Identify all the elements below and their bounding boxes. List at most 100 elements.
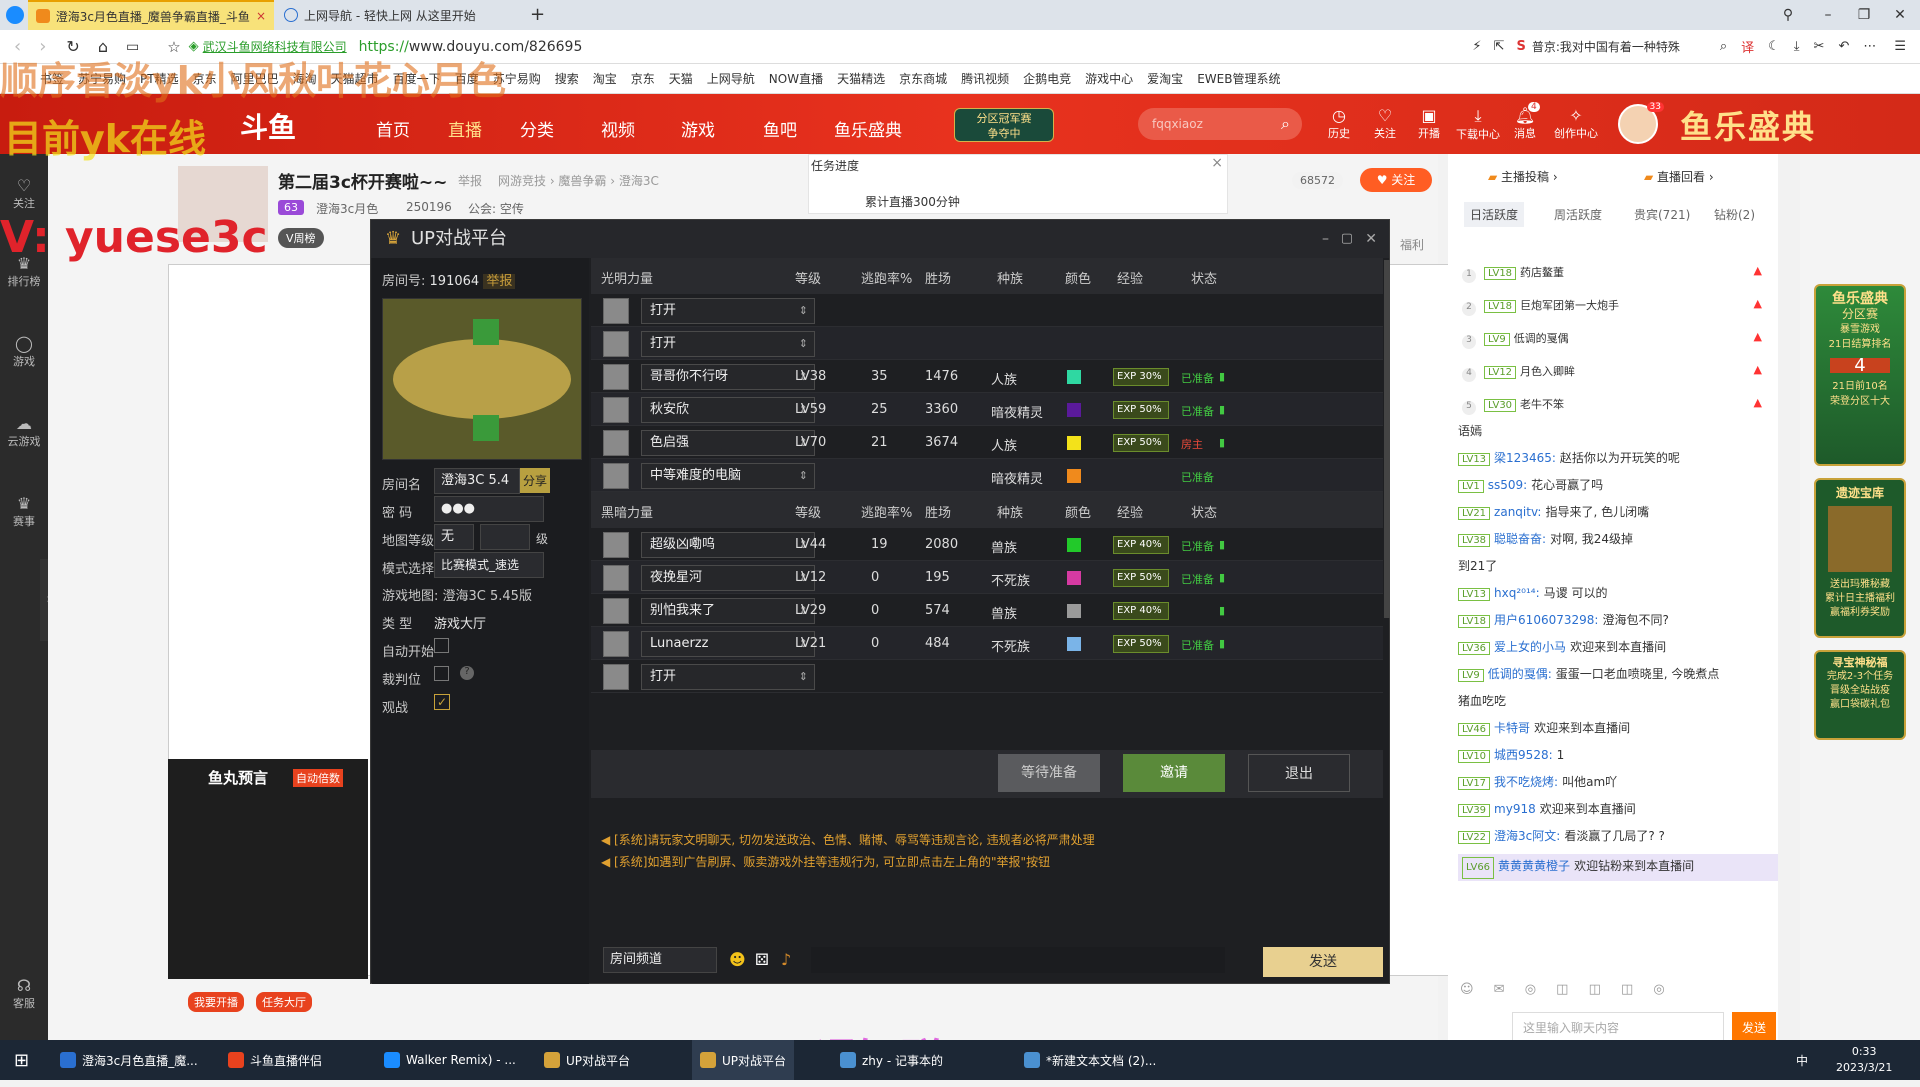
bookmark-item[interactable]: 淘宝	[593, 70, 617, 87]
bookmark-item[interactable]: EWEB管理系统	[1197, 70, 1280, 87]
clock[interactable]: 0:33 2023/3/21	[1836, 1044, 1892, 1076]
nav-category[interactable]: 分类	[520, 116, 554, 141]
bookmark-item[interactable]: 京东	[631, 70, 655, 87]
taskbar-app[interactable]: 澄海3c月色直播_魔...	[52, 1040, 206, 1080]
nav-live[interactable]: 直播	[448, 116, 482, 141]
invite-button[interactable]: 邀请	[1123, 754, 1225, 792]
dialog-minimize[interactable]: –	[1322, 220, 1329, 258]
bookmark-item[interactable]: 京东商城	[899, 70, 947, 87]
broadcast-link[interactable]: ▣ 开播	[1418, 106, 1440, 141]
bookmark-item[interactable]: 腾讯视频	[961, 70, 1009, 87]
follow-button[interactable]: ♥ 关注	[1360, 168, 1432, 192]
nav-festival[interactable]: 鱼乐盛典	[834, 116, 902, 141]
search-icon[interactable]: ⌕	[1720, 39, 1727, 54]
nav-yuba[interactable]: 鱼吧	[763, 116, 797, 141]
close-window-button[interactable]: ✕	[1880, 0, 1920, 30]
chat-username[interactable]: ss509:	[1488, 478, 1527, 492]
dialog-send-button[interactable]: 发送	[1263, 947, 1383, 977]
menu-icon[interactable]: ☰	[1894, 39, 1906, 54]
undo-icon[interactable]: ↶	[1838, 39, 1849, 54]
ad-festival[interactable]: 鱼乐盛典 分区赛 暴雪游戏 21日结算排名 4 21日前10名 荣登分区十大	[1814, 284, 1906, 466]
tab-diamond[interactable]: 钻粉(2)	[1708, 202, 1761, 227]
player-row[interactable]: 中等难度的电脑 暗夜精灵 已准备	[591, 459, 1383, 492]
scrollbar[interactable]	[1384, 260, 1390, 618]
welfare-link[interactable]: 福利	[1400, 236, 1424, 253]
chat-username[interactable]: 梁123465:	[1494, 451, 1556, 465]
bookmark-item[interactable]: 企鹅电竞	[1023, 70, 1071, 87]
rail-service[interactable]: ☊ 客服	[0, 976, 48, 1011]
yuwan-banner[interactable]: 鱼丸预言 自动倍数	[168, 759, 368, 979]
share-icon[interactable]: ⇱	[1494, 39, 1505, 54]
map-level-number[interactable]	[480, 524, 530, 550]
tab-nav[interactable]: 上网导航 - 轻快上网 从这里开始	[276, 0, 526, 30]
maximize-button[interactable]: ❐	[1844, 0, 1884, 30]
overlay-close-icon[interactable]: ✕	[1402, 762, 1420, 787]
auto-start-checkbox[interactable]	[434, 638, 449, 653]
password-input[interactable]: ●●●	[434, 496, 544, 522]
breadcrumb[interactable]: 网游竞技 › 魔兽争霸 › 澄海3C	[498, 172, 659, 189]
bookmark-item[interactable]: 上网导航	[707, 70, 755, 87]
ranking-item[interactable]: 1 LV18 药店鳌董 ▲	[1462, 264, 1762, 283]
wait-ready-button[interactable]: 等待准备	[998, 754, 1100, 792]
player-row[interactable]: LunaerzzLV21 0 484 不死族 EXP 50% 已准备 ▮	[591, 627, 1383, 660]
tab-weekly[interactable]: 周活跃度	[1548, 202, 1608, 227]
emoji-icon[interactable]: ☻	[729, 950, 746, 969]
player-row[interactable]: 秋安欣LV59 25 3360 暗夜精灵 EXP 50% 已准备 ▮	[591, 393, 1383, 426]
download-icon[interactable]: ⤓	[1794, 39, 1800, 54]
taskbar-app[interactable]: zhy - 记事本的	[832, 1040, 951, 1080]
history-link[interactable]: ◷ 历史	[1328, 106, 1350, 141]
share-button[interactable]: 分享	[520, 468, 551, 493]
chat-username[interactable]: 聪聪奋奋:	[1494, 532, 1546, 546]
chat-username[interactable]: zanqitv:	[1494, 505, 1541, 519]
tools-icon[interactable]: ✂	[1814, 39, 1825, 54]
festival-banner[interactable]: 鱼乐盛典	[1680, 102, 1816, 148]
mode-select[interactable]: 比赛模式_速选	[434, 552, 544, 578]
chat-username[interactable]: 我不吃烧烤:	[1494, 775, 1558, 789]
tab-douyu[interactable]: 澄海3c月色直播_魔兽争霸直播_斗鱼 ×	[28, 0, 274, 30]
new-tab-button[interactable]: +	[530, 4, 545, 25]
dialog-maximize[interactable]: ▢	[1341, 220, 1353, 258]
player-row[interactable]: 夜挽星河LV12 0 195 不死族 EXP 50% 已准备 ▮	[591, 561, 1383, 594]
referee-checkbox[interactable]	[434, 666, 449, 681]
search-engine-icon[interactable]: S	[1516, 39, 1525, 54]
site-search-input[interactable]: fqqxiaoz ⌕	[1138, 108, 1302, 140]
pin-icon[interactable]: ⚲	[1768, 0, 1808, 30]
player-row[interactable]: 打开	[591, 294, 1383, 327]
ranking-item[interactable]: 5 LV30 老牛不笨 ▲	[1462, 396, 1762, 415]
chat-username[interactable]: 卡特哥	[1494, 721, 1530, 735]
close-tab-icon[interactable]: ×	[256, 9, 266, 23]
spectate-checkbox[interactable]: ✓	[434, 694, 450, 710]
bookmark-item[interactable]: 天猫精选	[837, 70, 885, 87]
creator-link[interactable]: ✧ 创作中心	[1554, 106, 1598, 141]
nav-game[interactable]: 游戏	[681, 116, 715, 141]
chat-username[interactable]: 澄海3c阿文:	[1494, 829, 1560, 843]
player-row[interactable]: 打开	[591, 327, 1383, 360]
bolt-icon[interactable]: ⚡	[1472, 39, 1481, 54]
bookmark-item[interactable]: 游戏中心	[1085, 70, 1133, 87]
player-row[interactable]: 别怕我来了LV29 0 574 兽族 EXP 40% ▮	[591, 594, 1383, 627]
rail-cloud-game[interactable]: ☁ 云游戏	[0, 414, 48, 449]
message-link[interactable]: 🔔︎ 消息 4	[1514, 102, 1540, 141]
dialog-title-bar[interactable]: ♛ UP对战平台 – ▢ ✕	[371, 220, 1389, 258]
ranking-item[interactable]: 2 LV18 巨炮军团第一大炮手 ▲	[1462, 297, 1762, 316]
player-slot-select[interactable]: 别怕我来了	[641, 598, 815, 624]
chat-username[interactable]: my918	[1494, 802, 1536, 816]
minimize-button[interactable]: –	[1808, 0, 1848, 30]
report-link[interactable]: 举报	[458, 172, 482, 189]
tab-vip[interactable]: 贵宾(721)	[1628, 202, 1696, 227]
player-row[interactable]: 哥哥你不行呀LV38 35 1476 人族 EXP 30% 已准备 ▮	[591, 360, 1383, 393]
rail-follow[interactable]: ♡ 关注	[0, 176, 48, 211]
replay-link[interactable]: ▰ 直播回看 ›	[1644, 168, 1714, 185]
vrank-button[interactable]: V周榜	[278, 228, 324, 248]
chat-message-input[interactable]	[811, 947, 1225, 973]
ad-relic[interactable]: 遗迹宝库 送出玛雅秘藏 累计日主播福利 赢福利券奖励	[1814, 478, 1906, 638]
search-icon[interactable]: ⌕	[1281, 108, 1290, 140]
taskbar-app[interactable]: UP对战平台	[692, 1040, 795, 1080]
more-icon[interactable]: ⋯	[1863, 39, 1876, 54]
chat-username[interactable]: 用户6106073298:	[1494, 613, 1598, 627]
avatar[interactable]: 33	[1618, 102, 1664, 144]
streamer-name[interactable]: 澄海3c月色	[316, 200, 378, 217]
start-button[interactable]: ⊞	[6, 1040, 37, 1080]
player-row[interactable]: 色启强LV70 21 3674 人族 EXP 50% 房主 ▮	[591, 426, 1383, 459]
go-live-button[interactable]: 我要开播	[188, 992, 244, 1012]
